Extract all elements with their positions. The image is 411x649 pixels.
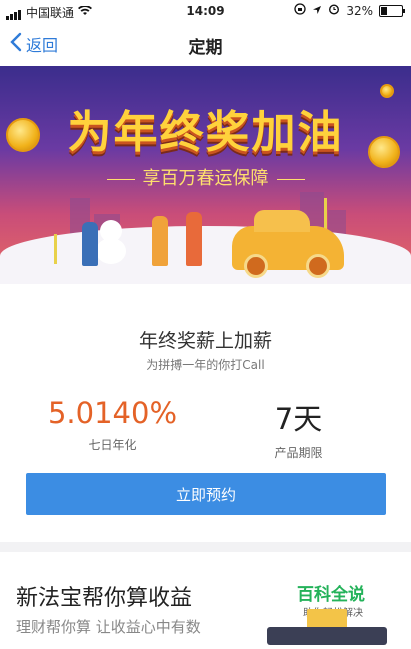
rate-stat: 5.0140% 七日年化 — [10, 396, 215, 453]
battery-percent: 32% — [346, 3, 373, 18]
page-title: 定期 — [188, 38, 223, 58]
person-figure — [186, 212, 202, 266]
person-figure — [82, 222, 98, 266]
promo-subtitle: 理财帮你算 让收益心中有数 — [16, 618, 201, 636]
battery-icon — [379, 4, 405, 17]
product-subline: 为拼搏一年的你打Call — [146, 358, 265, 372]
term-value: 7天 — [274, 402, 323, 436]
promo-illustration: 百科全说 助你轻松解决 — [253, 568, 403, 649]
rate-label: 七日年化 — [88, 438, 137, 452]
snow-ground — [0, 226, 411, 284]
status-right: 32% — [294, 3, 405, 18]
product-headline: 年终奖薪上加薪 — [138, 330, 272, 352]
promo-banner[interactable]: 为年终奖加油 享百万春运保障 — [0, 66, 411, 284]
status-bar: 中国联通 14:09 32% — [0, 0, 411, 22]
car-illustration — [232, 210, 344, 278]
nav-bar: 返回 定期 — [0, 22, 411, 66]
rotation-lock-icon — [294, 3, 306, 18]
promo-card[interactable]: 新法宝帮你算收益 理财帮你算 让收益心中有数 百科全说 助你轻松解决 — [0, 552, 411, 649]
alarm-icon — [328, 3, 340, 18]
person-figure — [152, 216, 168, 266]
location-icon — [312, 4, 322, 18]
reserve-button[interactable]: 立即预约 — [26, 473, 386, 515]
term-label: 产品期限 — [274, 446, 323, 460]
street-lamp — [54, 234, 57, 264]
banner-subtitle: 享百万春运保障 — [0, 164, 411, 190]
rate-value: 5.0140% — [47, 396, 178, 430]
term-stat: 7天 产品期限 — [196, 396, 401, 461]
banner-title: 为年终奖加油 — [67, 107, 344, 158]
product-card: 年终奖薪上加薪 为拼搏一年的你打Call 5.0140% 七日年化 7天 产品期… — [0, 284, 411, 542]
promo-title: 新法宝帮你算收益 — [16, 586, 193, 611]
promo-brand: 百科全说 — [297, 585, 365, 605]
snowman — [96, 220, 126, 264]
desk-illustration — [267, 627, 387, 645]
